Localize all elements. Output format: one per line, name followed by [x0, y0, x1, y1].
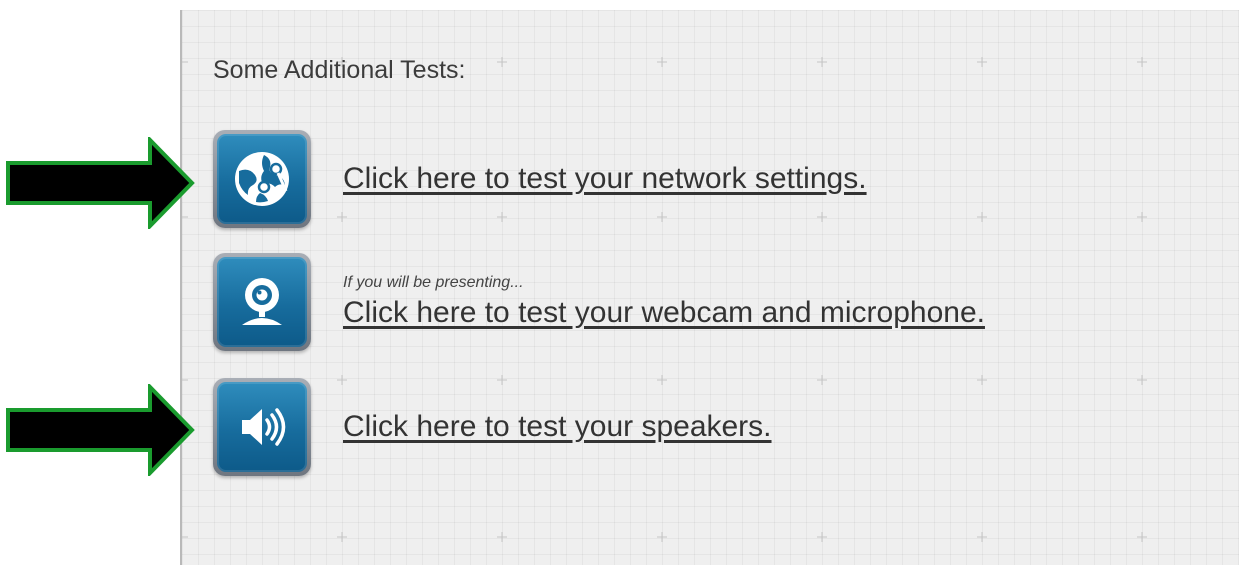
speaker-icon: [242, 408, 286, 446]
webcam-test-row: If you will be presenting... Click here …: [213, 253, 985, 351]
arrow-right-icon: [6, 384, 195, 476]
presenting-note: If you will be presenting...: [343, 274, 524, 291]
page: Some Additional Tests: Click here to tes…: [0, 0, 1239, 565]
network-test-row: Click here to test your network settings…: [213, 130, 867, 228]
arrow-right-icon: [6, 137, 195, 229]
speaker-test-button[interactable]: [213, 378, 311, 476]
webcam-icon: [242, 278, 282, 325]
network-test-button[interactable]: [213, 130, 311, 228]
network-test-link[interactable]: Click here to test your network settings…: [343, 162, 867, 196]
webcam-test-link[interactable]: Click here to test your webcam and micro…: [343, 296, 985, 330]
network-globe-icon: [235, 152, 289, 206]
section-heading: Some Additional Tests:: [213, 56, 466, 84]
speaker-test-row: Click here to test your speakers.: [213, 378, 772, 476]
speaker-test-link[interactable]: Click here to test your speakers.: [343, 410, 772, 444]
webcam-test-button[interactable]: [213, 253, 311, 351]
